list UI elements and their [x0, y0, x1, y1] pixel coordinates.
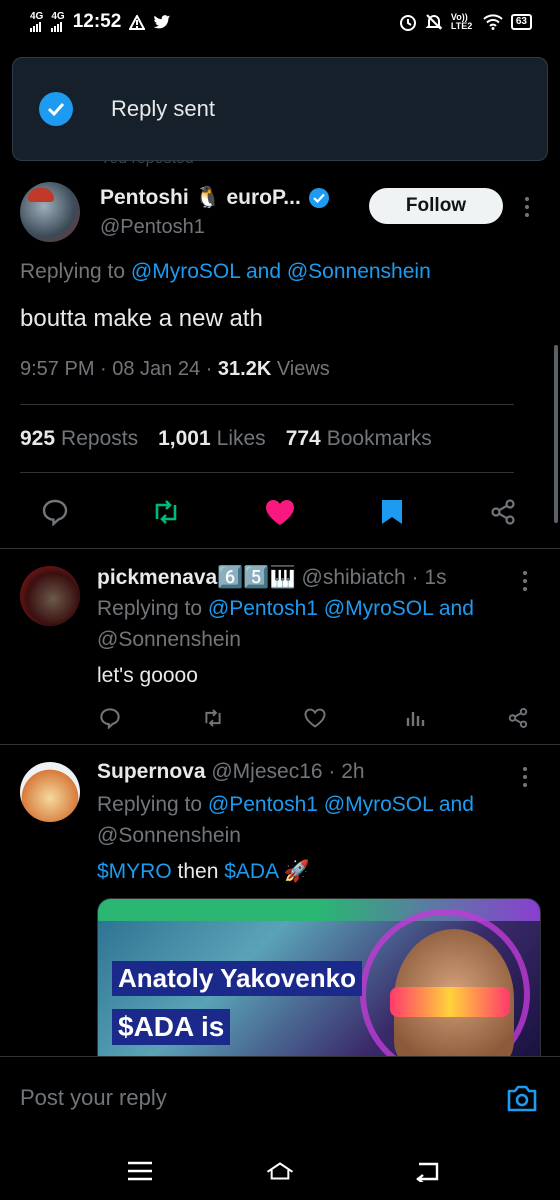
reply-author-name[interactable]: Supernova [97, 760, 206, 783]
tweet-stats: 925 Reposts 1,001 Likes 774 Bookmarks [20, 427, 432, 451]
signal-1: 4G [30, 12, 43, 32]
media-title: Anatoly Yakovenko [112, 961, 362, 996]
views-count: 31.2K [217, 358, 272, 380]
reposts-stat[interactable]: 925 Reposts [20, 427, 138, 451]
author-avatar[interactable] [20, 182, 80, 242]
reply-avatar[interactable] [20, 762, 80, 822]
replying-targets[interactable]: @MyroSOL and @Sonnenshein [131, 260, 431, 283]
battery-indicator: 63 [510, 14, 532, 30]
cashtag-ada[interactable]: $ADA [224, 860, 278, 883]
bookmarks-stat[interactable]: 774 Bookmarks [286, 427, 432, 451]
mute-icon [425, 14, 443, 30]
wifi-icon [483, 14, 503, 30]
scrollbar[interactable] [554, 345, 558, 523]
replying-targets[interactable]: @Pentosh1 @MyroSOL and [208, 793, 474, 816]
volte-label: Vo)) LTE2 [450, 12, 473, 31]
author-name-text[interactable]: Pentoshi 🐧 euroP... [100, 186, 301, 210]
replying-targets-cont[interactable]: @Sonnenshein [97, 824, 241, 848]
check-icon [39, 92, 73, 126]
tweet-meta: 9:57 PM · 08 Jan 24 · 31.2K Views [20, 358, 330, 381]
reply-text: $MYRO then $ADA 🚀 [97, 860, 310, 884]
share-icon[interactable] [486, 495, 520, 529]
back-icon[interactable] [412, 1156, 442, 1186]
replying-targets[interactable]: @Pentosh1 @MyroSOL and [208, 597, 474, 620]
reply-handle-time[interactable]: @shibiatch · 1s [296, 566, 447, 589]
clock: 12:52 [72, 11, 122, 32]
tweet-timestamp: 9:57 PM · 08 Jan 24 · [20, 358, 218, 380]
media-subtitle: $ADA is [112, 1009, 231, 1045]
analytics-icon[interactable] [403, 706, 427, 730]
network-type-2: 4G [51, 11, 65, 22]
author-name[interactable]: Pentoshi 🐧 euroP... [100, 186, 329, 210]
media-glasses [390, 987, 510, 1017]
tweet-actions [0, 495, 560, 529]
alarm-icon [399, 15, 416, 31]
cashtag-myro[interactable]: $MYRO [97, 860, 172, 883]
replying-prefix: Replying to [20, 260, 131, 283]
reply-icon[interactable] [38, 495, 72, 529]
reposts-label: Reposts [61, 427, 139, 450]
replying-prefix: Replying to [97, 597, 208, 620]
more-icon[interactable] [515, 568, 535, 594]
reply-input[interactable]: Post your reply [20, 1085, 167, 1111]
reply-actions [0, 706, 560, 730]
reply-avatar[interactable] [20, 566, 80, 626]
system-nav-bar [0, 1138, 560, 1200]
camera-icon[interactable] [506, 1083, 538, 1118]
verified-icon [308, 188, 329, 208]
reply-author-name[interactable]: pickmenava6️⃣5️⃣🎹 [97, 566, 296, 589]
divider [0, 548, 560, 549]
reply-sent-toast: Reply sent [12, 57, 548, 161]
replying-prefix: Replying to [97, 793, 208, 816]
reply-text: let's goooo [97, 664, 198, 687]
reply-header: pickmenava6️⃣5️⃣🎹 @shibiatch · 1s [97, 566, 447, 590]
tweet-text: boutta make a new ath [20, 305, 263, 332]
media-thumbnail[interactable]: Anatoly Yakovenko $ADA is [97, 898, 541, 1058]
warning-icon [129, 14, 146, 30]
bookmark-icon[interactable] [375, 495, 409, 529]
reply-icon[interactable] [98, 706, 122, 730]
replying-targets-cont[interactable]: @Sonnenshein [97, 628, 241, 652]
more-icon[interactable] [515, 764, 535, 790]
bookmarks-label: Bookmarks [326, 427, 432, 450]
reply-composer[interactable]: Post your reply [0, 1056, 560, 1138]
network-type-1: 4G [30, 11, 44, 22]
rocket-emoji: 🚀 [277, 860, 310, 883]
reposts-count: 925 [20, 427, 56, 450]
signal-2: 4G [51, 11, 65, 32]
home-icon[interactable] [265, 1156, 295, 1186]
reply-replying-to: Replying to @Pentosh1 @MyroSOL and [97, 793, 474, 817]
reply-header: Supernova @Mjesec16 · 2h [97, 760, 365, 784]
reply-text-middle: then [171, 860, 225, 883]
heart-icon[interactable] [263, 495, 297, 529]
more-icon[interactable] [517, 194, 537, 220]
likes-count: 1,001 [158, 427, 211, 450]
divider [20, 472, 514, 473]
divider [0, 744, 560, 745]
likes-stat[interactable]: 1,001 Likes [158, 427, 266, 451]
reply-replying-to: Replying to @Pentosh1 @MyroSOL and [97, 597, 474, 621]
repost-icon[interactable] [149, 495, 183, 529]
heart-icon[interactable] [303, 706, 327, 730]
share-icon[interactable] [506, 706, 530, 730]
repost-icon[interactable] [201, 706, 225, 730]
replying-to: Replying to @MyroSOL and @Sonnenshein [20, 260, 431, 284]
status-bar: 4G 4G 12:52 Vo)) LTE2 63 [0, 0, 560, 44]
reply-handle-time[interactable]: @Mjesec16 · 2h [206, 760, 364, 783]
menu-icon[interactable] [125, 1156, 155, 1186]
likes-label: Likes [216, 427, 266, 450]
follow-button[interactable]: Follow [369, 188, 503, 224]
divider [20, 404, 514, 405]
twitter-bird-icon [153, 14, 171, 28]
bookmarks-count: 774 [285, 427, 321, 450]
views-label: Views [271, 358, 330, 380]
author-handle[interactable]: @Pentosh1 [100, 216, 205, 239]
toast-message: Reply sent [111, 96, 215, 121]
